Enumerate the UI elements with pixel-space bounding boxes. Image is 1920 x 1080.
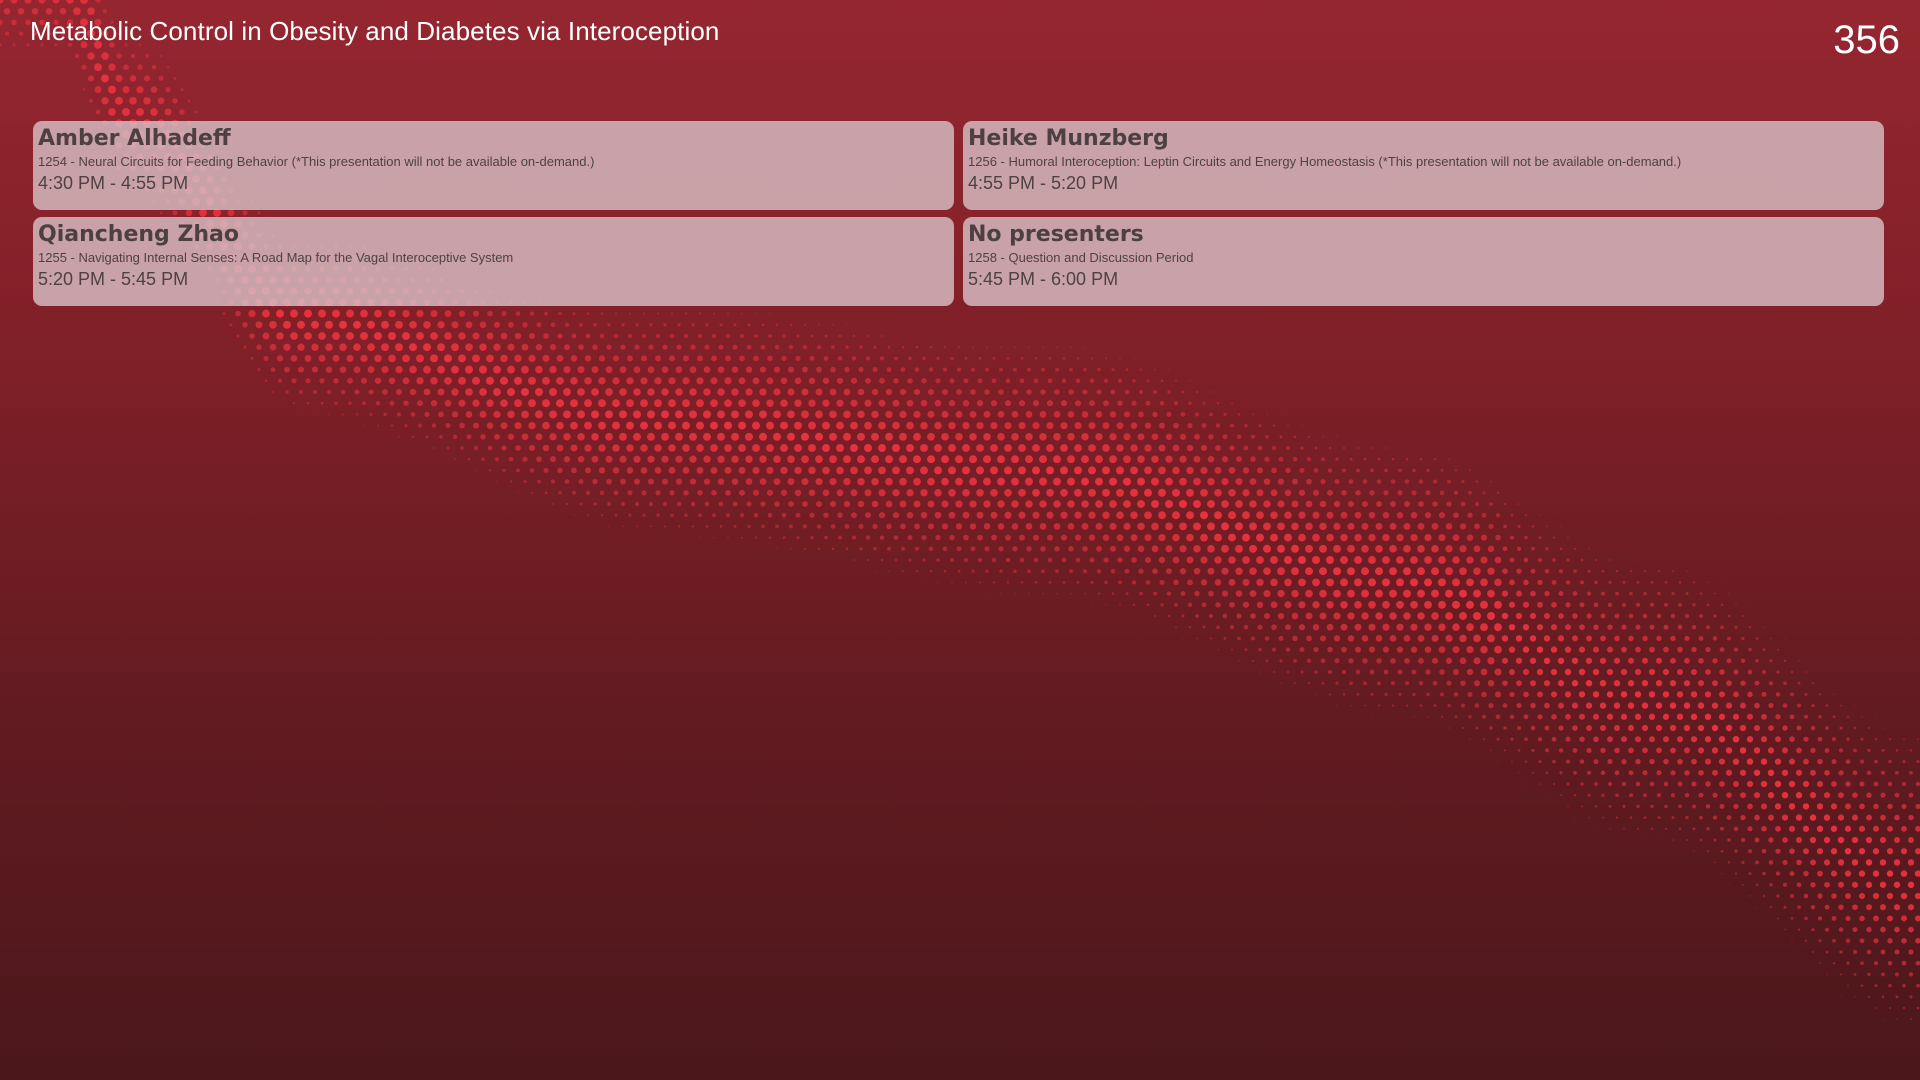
session-description: 1254 - Neural Circuits for Feeding Behav… <box>38 154 595 169</box>
session-time: 5:20 PM - 5:45 PM <box>38 269 189 289</box>
session-time: 4:55 PM - 5:20 PM <box>968 173 1119 193</box>
session-card[interactable]: Heike Munzberg 1256 - Humoral Interocept… <box>963 121 1884 210</box>
session-description: 1255 - Navigating Internal Senses: A Roa… <box>38 250 514 265</box>
page-title: Metabolic Control in Obesity and Diabete… <box>30 16 720 46</box>
presenter-name: Heike Munzberg <box>968 126 1169 151</box>
session-description: 1258 - Question and Discussion Period <box>968 250 1194 265</box>
session-card[interactable]: Qiancheng Zhao 1255 - Navigating Interna… <box>33 217 954 306</box>
session-time: 4:30 PM - 4:55 PM <box>38 173 189 193</box>
presenter-name: Qiancheng Zhao <box>38 222 240 247</box>
session-description: 1256 - Humoral Interoception: Leptin Cir… <box>968 154 1682 169</box>
session-card[interactable]: No presenters 1258 - Question and Discus… <box>963 217 1884 306</box>
room-number: 356 <box>1833 18 1900 62</box>
presenter-name: Amber Alhadeff <box>38 126 231 151</box>
session-time: 5:45 PM - 6:00 PM <box>968 269 1119 289</box>
session-card[interactable]: Amber Alhadeff 1254 - Neural Circuits fo… <box>33 121 954 210</box>
presenter-name: No presenters <box>968 222 1144 247</box>
session-grid: Amber Alhadeff 1254 - Neural Circuits fo… <box>33 121 1884 306</box>
